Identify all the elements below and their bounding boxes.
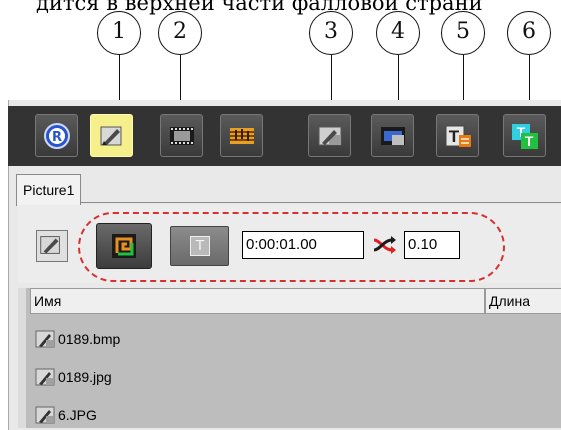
callout-5: 5 xyxy=(441,11,485,55)
text-effect-button[interactable]: T T xyxy=(503,114,546,157)
film-icon xyxy=(170,127,194,145)
picture-edit-button[interactable] xyxy=(90,114,133,157)
picture-edit-icon xyxy=(40,236,60,254)
column-header-length[interactable]: Длина xyxy=(485,288,561,314)
text-toggle-button[interactable]: T xyxy=(170,226,229,266)
callout-3: 3 xyxy=(309,11,353,55)
file-name: 6.JPG xyxy=(58,407,97,423)
picture-edit-icon xyxy=(100,126,122,146)
column-header-name[interactable]: Имя xyxy=(30,288,485,314)
film-effect-icon xyxy=(381,127,405,145)
tab-bar xyxy=(18,170,561,203)
svg-text:T: T xyxy=(449,127,460,146)
text-button[interactable]: T xyxy=(436,114,479,157)
transition-value-input[interactable]: 0.10 xyxy=(404,231,460,259)
picture-file-icon xyxy=(35,330,55,348)
film-effect-button[interactable] xyxy=(371,114,414,157)
picture-file-icon xyxy=(35,406,55,424)
transition-icon xyxy=(373,236,396,254)
caption-text: дится в верхней части фалловой страни xyxy=(36,0,483,15)
text-effect-icon: T T xyxy=(512,124,538,149)
picture-file-icon xyxy=(35,368,55,386)
duration-input[interactable]: 0:00:01.00 xyxy=(242,231,364,259)
picture-properties-button[interactable] xyxy=(36,230,68,262)
file-name: 0189.bmp xyxy=(58,331,121,347)
loop-button[interactable] xyxy=(96,223,152,269)
callout-1: 1 xyxy=(97,11,141,55)
text-toggle-glyph: T xyxy=(190,236,210,256)
sound-icon xyxy=(230,128,254,144)
svg-text:R: R xyxy=(52,130,62,145)
picture-effect-icon xyxy=(318,126,342,146)
callout-4: 4 xyxy=(376,11,420,55)
callout-6: 6 xyxy=(507,11,551,55)
file-name: 0189.jpg xyxy=(58,369,112,385)
registered-icon: R xyxy=(44,123,70,149)
svg-text:T: T xyxy=(525,133,534,149)
loop-icon xyxy=(112,234,136,258)
picture-effect-button[interactable] xyxy=(308,114,351,157)
sound-button[interactable] xyxy=(220,114,263,157)
text-icon: T xyxy=(445,125,471,147)
film-button[interactable] xyxy=(160,114,203,157)
registered-button[interactable]: R xyxy=(35,114,78,157)
tab-picture1[interactable]: Picture1 xyxy=(16,174,82,206)
callout-2: 2 xyxy=(158,11,202,55)
